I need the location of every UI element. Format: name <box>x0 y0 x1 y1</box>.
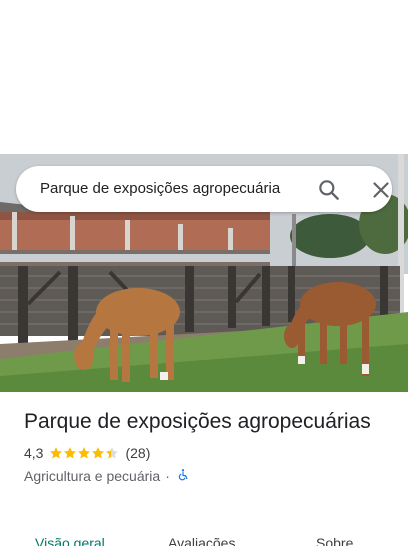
category-row: Agricultura e pecuária · <box>24 467 394 485</box>
star-icon <box>50 447 63 459</box>
half-star-icon <box>106 447 119 459</box>
separator-dot: · <box>165 468 170 484</box>
place-info: Parque de exposições agropecuárias 4,3 (… <box>24 408 394 485</box>
search-bar[interactable]: Parque de exposições agropecuária <box>16 166 392 212</box>
tab-about[interactable]: Sobre <box>316 534 353 546</box>
top-blank-area <box>0 0 408 154</box>
star-rating <box>49 446 119 460</box>
tab-bar: Visão geral Avaliações Sobre <box>0 528 408 546</box>
place-category[interactable]: Agricultura e pecuária <box>24 468 160 484</box>
star-icon <box>78 447 91 459</box>
wheelchair-icon <box>176 468 190 485</box>
tab-overview[interactable]: Visão geral <box>35 534 105 546</box>
close-icon[interactable] <box>368 177 394 203</box>
star-icon <box>64 447 77 459</box>
rating-value: 4,3 <box>24 445 44 461</box>
star-icon <box>92 447 105 459</box>
tab-reviews[interactable]: Avaliações <box>168 534 235 546</box>
review-count[interactable]: (28) <box>125 445 150 461</box>
place-title: Parque de exposições agropecuárias <box>24 410 371 433</box>
rating-row[interactable]: 4,3 (28) <box>24 444 394 462</box>
search-icon[interactable] <box>316 177 342 203</box>
search-input[interactable]: Parque de exposições agropecuária <box>40 179 306 199</box>
